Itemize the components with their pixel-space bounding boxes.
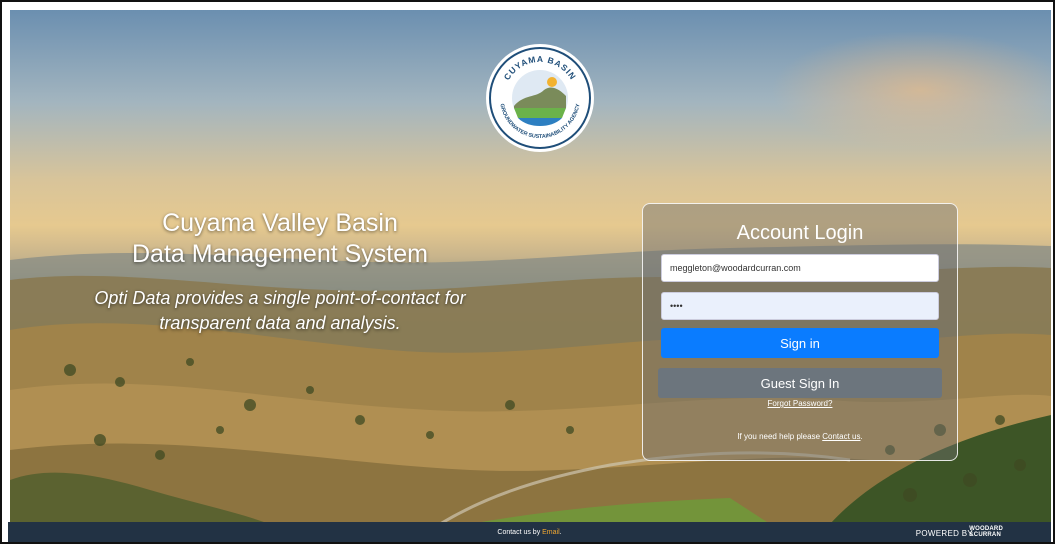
guest-sign-in-button[interactable]: Guest Sign In <box>658 368 942 398</box>
woodard-curran-logo: WOODARD &CURRAN <box>969 526 1003 538</box>
email-field[interactable] <box>661 254 939 282</box>
powered-by-label: POWERED BY <box>915 529 973 538</box>
page-frame: CUYAMA BASIN GROUNDWATER SUSTAINABILITY … <box>0 0 1055 544</box>
hero-tagline-line1: Opti Data provides a single point-of-con… <box>94 288 466 308</box>
footer-contact-prefix: Contact us by <box>497 529 543 536</box>
help-text: If you need help please Contact us. <box>643 432 957 441</box>
forgot-password-link[interactable]: Forgot Password? <box>643 399 957 408</box>
login-title: Account Login <box>736 222 864 244</box>
hero-title-line1: Cuyama Valley Basin <box>162 209 398 237</box>
hero-tagline: Opti Data provides a single point-of-con… <box>70 286 490 336</box>
hero-title: Cuyama Valley Basin Data Management Syst… <box>70 208 490 270</box>
brand-line2: &CURRAN <box>969 532 1001 538</box>
footer-contact: Contact us by Email. <box>8 529 1051 536</box>
login-panel: Account Login Sign in Guest Sign In Forg… <box>642 203 958 461</box>
agency-logo: CUYAMA BASIN GROUNDWATER SUSTAINABILITY … <box>488 46 592 150</box>
landscape-background: CUYAMA BASIN GROUNDWATER SUSTAINABILITY … <box>10 10 1051 524</box>
footer-contact-suffix: . <box>559 529 562 536</box>
hero-tagline-line2: transparent data and analysis. <box>159 313 401 333</box>
hero-title-line2: Data Management System <box>132 240 428 268</box>
help-prefix: If you need help please <box>737 432 823 441</box>
footer-bar: Contact us by Email. POWERED BY WOODARD … <box>8 522 1051 542</box>
sign-in-button[interactable]: Sign in <box>661 328 939 358</box>
footer-email-link[interactable]: Email <box>542 529 560 536</box>
contact-us-link[interactable]: Contact us <box>822 432 860 441</box>
help-suffix: . <box>860 432 863 441</box>
password-field[interactable] <box>661 292 939 320</box>
